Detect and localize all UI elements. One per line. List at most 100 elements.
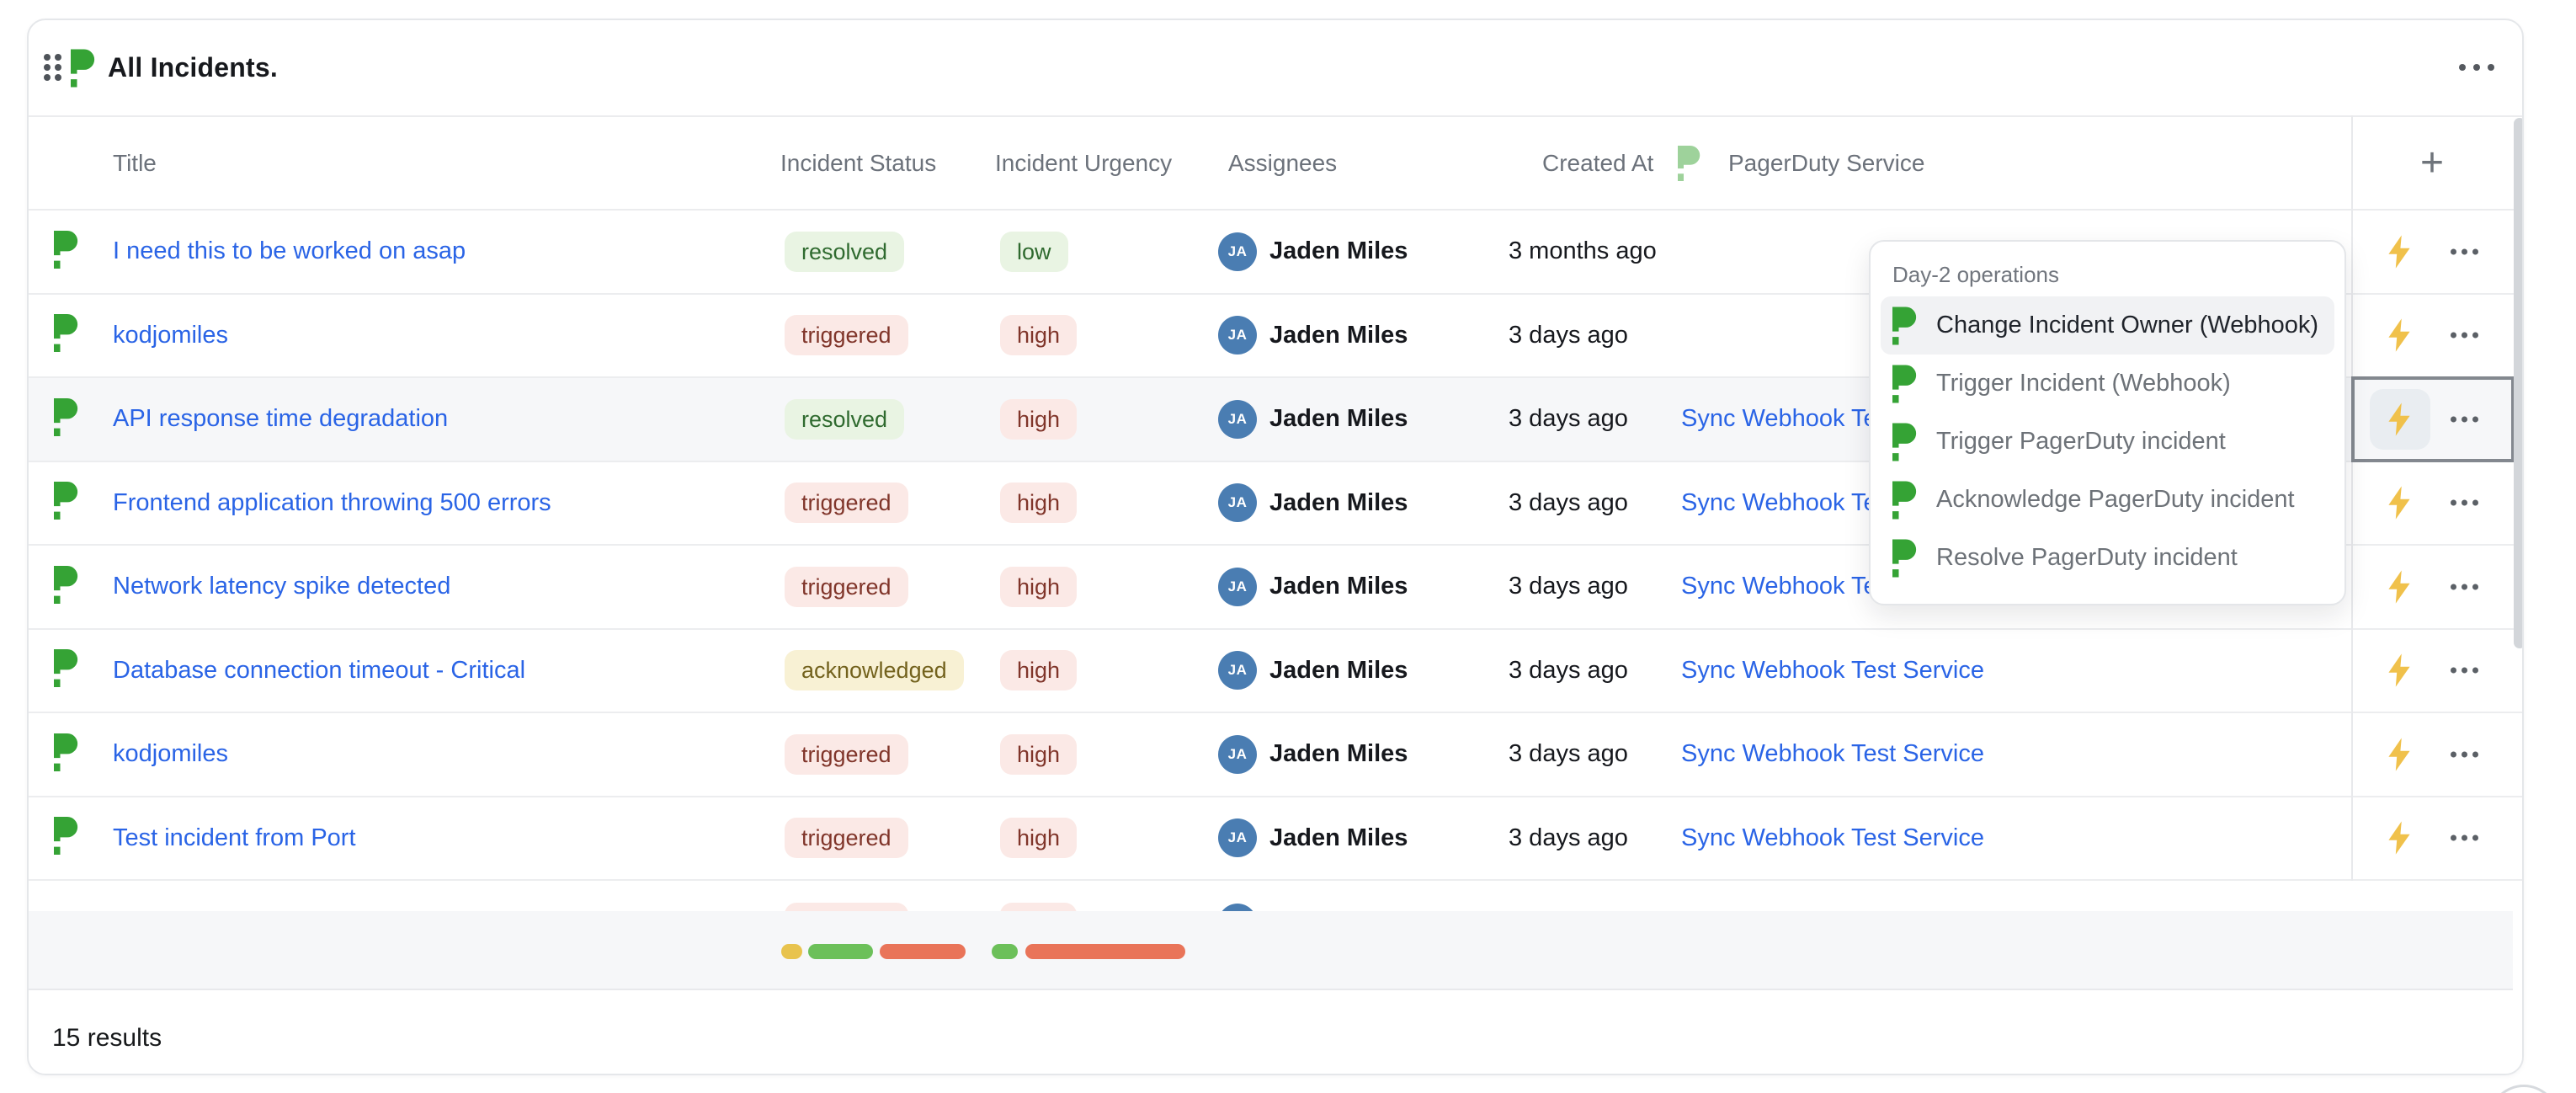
context-menu-item[interactable]: Change Incident Owner (Webhook): [1881, 296, 2334, 355]
context-menu-item[interactable]: Trigger Incident (Webhook): [1881, 355, 2334, 413]
table-row[interactable]: Test incident from Port triggered high J…: [29, 797, 2522, 882]
all-incidents-widget: All Incidents. Title Incident Status Inc…: [27, 19, 2524, 1075]
pagerduty-p-icon: [1892, 423, 1918, 461]
assignee-avatar: JA: [1218, 651, 1257, 690]
row-menu-button[interactable]: [2451, 248, 2478, 254]
pagerduty-service-link[interactable]: Sync Webhook Test Service: [1681, 797, 1984, 880]
assignee-name: Jaden Miles: [1269, 546, 1408, 628]
assignee-avatar: JA: [1218, 232, 1257, 271]
widget-title: All Incidents.: [108, 20, 278, 115]
run-action-button[interactable]: [2385, 317, 2414, 353]
run-action-button[interactable]: [2385, 653, 2414, 688]
created-at-value: 3 months ago: [1509, 211, 1657, 293]
row-menu-button[interactable]: [2451, 333, 2478, 339]
pagerduty-p-icon: [1892, 365, 1918, 403]
context-menu-item[interactable]: Resolve PagerDuty incident: [1881, 529, 2334, 587]
table-row[interactable]: Database connection timeout - Critical a…: [29, 630, 2522, 714]
day2-operations-menu: Day-2 operations Change Incident Owner (…: [1869, 240, 2346, 605]
row-menu-button[interactable]: [2451, 668, 2478, 674]
pagerduty-p-icon: [1892, 481, 1918, 520]
run-action-button[interactable]: [2385, 820, 2414, 856]
run-action-button[interactable]: [2385, 737, 2414, 772]
incident-urgency-badge: high: [1000, 399, 1077, 440]
incident-status-badge: resolved: [785, 399, 904, 440]
table-column-header: Title Incident Status Incident Urgency A…: [29, 115, 2522, 211]
vertical-scrollbar[interactable]: [2514, 118, 2524, 648]
run-action-button[interactable]: [2385, 402, 2414, 437]
assignee-name: Jaden Miles: [1269, 295, 1408, 377]
pagerduty-p-icon: [54, 649, 79, 692]
pagerduty-p-icon: [54, 565, 79, 608]
pagerduty-p-icon: [54, 397, 79, 440]
created-at-value: 3 days ago: [1509, 462, 1628, 545]
incident-urgency-badge: high: [1000, 483, 1077, 523]
table-row[interactable]: triggered high JA: [29, 881, 2522, 911]
pagerduty-p-icon: [1892, 539, 1918, 578]
column-summary-band: [29, 911, 2513, 990]
incident-title-link[interactable]: API response time degradation: [113, 378, 448, 461]
summary-distribution-pill: [808, 944, 873, 959]
context-menu-item[interactable]: Acknowledge PagerDuty incident: [1881, 471, 2334, 529]
row-menu-button[interactable]: [2451, 416, 2478, 422]
column-header-created-at[interactable]: Created At: [1542, 117, 1653, 209]
row-menu-button[interactable]: [2451, 584, 2478, 589]
pagerduty-p-icon: [71, 49, 96, 92]
pagerduty-p-icon: [54, 482, 79, 525]
row-menu-button[interactable]: [2451, 751, 2478, 757]
incident-status-badge: acknowledged: [785, 650, 964, 690]
summary-distribution-pill: [992, 944, 1018, 959]
summary-distribution-pill: [781, 944, 802, 959]
assignee-avatar: JA: [1218, 316, 1257, 355]
row-menu-button[interactable]: [2451, 835, 2478, 841]
table-row[interactable]: kodjomiles triggered high JA Jaden Miles…: [29, 713, 2522, 797]
incident-urgency-badge: low: [1000, 232, 1068, 272]
context-menu-item-label: Change Incident Owner (Webhook): [1936, 312, 2318, 339]
run-action-button[interactable]: [2385, 234, 2414, 269]
incident-title-link[interactable]: kodjomiles: [113, 295, 228, 377]
assignee-name: Jaden Miles: [1269, 713, 1408, 796]
assignee-name: Jaden Miles: [1269, 797, 1408, 880]
context-menu-items: Change Incident Owner (Webhook) Trigger …: [1871, 296, 2344, 587]
column-header-incident-status[interactable]: Incident Status: [780, 117, 936, 209]
incident-title-link[interactable]: I need this to be worked on asap: [113, 211, 466, 293]
incident-title-link[interactable]: kodjomiles: [113, 713, 228, 796]
pagerduty-service-link[interactable]: Sync Webhook Test Service: [1681, 630, 1984, 712]
pagerduty-service-link[interactable]: Sync Webhook Test Service: [1681, 713, 1984, 796]
context-menu-item-label: Trigger PagerDuty incident: [1936, 428, 2226, 456]
incident-urgency-badge: high: [1000, 650, 1077, 690]
incident-urgency-badge: high: [1000, 567, 1077, 607]
run-action-button[interactable]: [2385, 485, 2414, 520]
widget-menu-button[interactable]: [2459, 64, 2494, 71]
run-action-button[interactable]: [2385, 569, 2414, 605]
assignee-avatar: JA: [1218, 568, 1257, 606]
incident-status-badge: triggered: [785, 818, 908, 858]
drag-handle-dots-icon[interactable]: [44, 54, 61, 81]
add-column-button[interactable]: +: [2398, 117, 2466, 209]
created-at-value: 3 days ago: [1509, 630, 1628, 712]
created-at-value: 3 days ago: [1509, 713, 1628, 796]
assignee-name: Jaden Miles: [1269, 462, 1408, 545]
assignee-avatar: JA: [1218, 904, 1257, 911]
incident-title-link[interactable]: Frontend application throwing 500 errors: [113, 462, 551, 545]
column-header-incident-urgency[interactable]: Incident Urgency: [995, 117, 1172, 209]
incident-status-badge: triggered: [785, 903, 908, 911]
pagerduty-p-icon: [1678, 145, 1701, 188]
column-header-pagerduty-service[interactable]: PagerDuty Service: [1728, 117, 1924, 209]
incident-title-link[interactable]: Test incident from Port: [113, 797, 356, 880]
incident-urgency-badge: high: [1000, 818, 1077, 858]
incident-title-link[interactable]: Network latency spike detected: [113, 546, 450, 628]
column-header-assignees[interactable]: Assignees: [1228, 117, 1337, 209]
assignee-avatar: JA: [1218, 483, 1257, 522]
summary-distribution-pill: [1025, 944, 1185, 959]
widget-footer: 15 results: [29, 992, 2522, 1074]
incident-urgency-badge: high: [1000, 315, 1077, 355]
floating-button-partial[interactable]: [2488, 1085, 2559, 1093]
column-header-title[interactable]: Title: [113, 117, 157, 209]
created-at-value: 3 days ago: [1509, 546, 1628, 628]
assignee-name: Jaden Miles: [1269, 211, 1408, 293]
incident-title-link[interactable]: Database connection timeout - Critical: [113, 630, 525, 712]
page: All Incidents. Title Incident Status Inc…: [0, 0, 2576, 1093]
pagerduty-p-icon: [54, 230, 79, 273]
context-menu-item[interactable]: Trigger PagerDuty incident: [1881, 413, 2334, 471]
row-menu-button[interactable]: [2451, 500, 2478, 506]
